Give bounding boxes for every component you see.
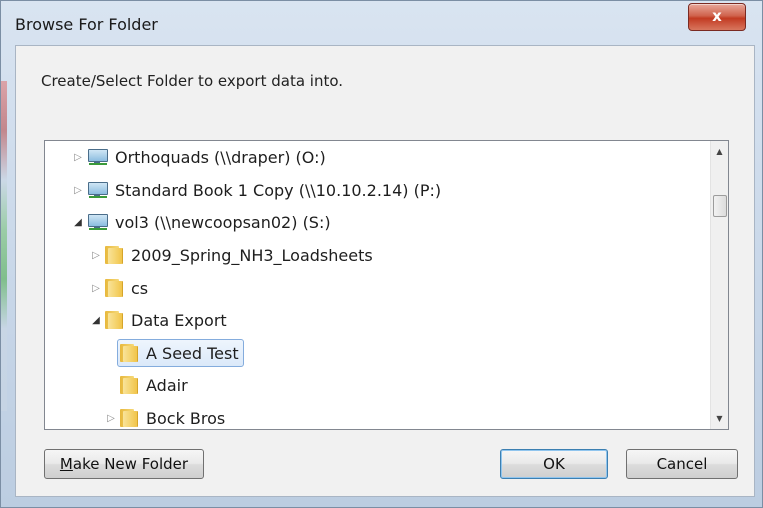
tree-item-adair[interactable]: Adair (118, 372, 188, 398)
background-window-edge (1, 81, 7, 411)
mnemonic-letter: M (59, 455, 73, 473)
expand-arrow-icon[interactable]: ▷ (89, 283, 103, 294)
network-drive-icon (87, 148, 109, 166)
scroll-down-icon[interactable]: ▼ (711, 410, 728, 427)
tree-item-label: A Seed Test (146, 343, 239, 363)
instruction-text: Create/Select Folder to export data into… (41, 72, 344, 90)
tree-item-label: cs (131, 278, 149, 298)
title-bar[interactable]: Browse For Folder x (1, 1, 762, 45)
folder-icon (120, 344, 140, 362)
folder-icon (105, 246, 125, 264)
ok-button[interactable]: OK (500, 449, 608, 479)
network-drive-icon (87, 213, 109, 231)
scrollbar-thumb[interactable] (713, 195, 727, 217)
tree-item-label: vol3 (\\newcoopsan02) (S:) (115, 212, 331, 232)
expand-arrow-icon[interactable]: ▷ (71, 152, 85, 163)
folder-icon (120, 376, 140, 394)
expand-arrow-icon[interactable]: ▷ (89, 250, 103, 261)
tree-item-data-export[interactable]: ◢ Data Export (89, 307, 227, 333)
expand-arrow-icon[interactable]: ▷ (104, 413, 118, 424)
folder-icon (105, 279, 125, 297)
collapse-arrow-icon[interactable]: ◢ (71, 217, 85, 228)
tree-item-cs[interactable]: ▷ cs (89, 275, 148, 301)
vertical-scrollbar[interactable]: ▲ ▼ (710, 141, 728, 429)
tree-item-a-seed-test[interactable]: A Seed Test (117, 339, 244, 367)
tree-item-orthoquads[interactable]: ▷ Orthoquads (\\draper) (O:) (71, 144, 326, 170)
network-drive-icon (87, 181, 109, 199)
folder-icon (105, 311, 125, 329)
tree-item-label: Data Export (131, 310, 227, 330)
folder-tree[interactable]: ▷ Orthoquads (\\draper) (O:) ▷ Standard … (44, 140, 729, 430)
button-label: ake New Folder (72, 455, 189, 473)
close-button[interactable]: x (688, 3, 746, 31)
collapse-arrow-icon[interactable]: ◢ (89, 315, 103, 326)
tree-item-2009-spring[interactable]: ▷ 2009_Spring_NH3_Loadsheets (89, 242, 373, 268)
dialog-client-area: Create/Select Folder to export data into… (15, 45, 755, 497)
tree-item-label: Orthoquads (\\draper) (O:) (115, 147, 326, 167)
tree-item-vol3[interactable]: ◢ vol3 (\\newcoopsan02) (S:) (71, 209, 331, 235)
cancel-button[interactable]: Cancel (626, 449, 738, 479)
folder-icon (120, 409, 140, 427)
browse-for-folder-dialog: Browse For Folder x Create/Select Folder… (0, 0, 763, 508)
tree-item-label: Adair (146, 375, 188, 395)
expand-arrow-icon[interactable]: ▷ (71, 185, 85, 196)
tree-item-standard-book[interactable]: ▷ Standard Book 1 Copy (\\10.10.2.14) (P… (71, 177, 441, 203)
make-new-folder-button[interactable]: Make New Folder (44, 449, 204, 479)
tree-item-label: Bock Bros (146, 408, 226, 428)
window-title: Browse For Folder (15, 15, 158, 34)
scroll-up-icon[interactable]: ▲ (711, 143, 728, 160)
tree-item-label: Standard Book 1 Copy (\\10.10.2.14) (P:) (115, 180, 442, 200)
tree-item-label: 2009_Spring_NH3_Loadsheets (131, 245, 373, 265)
tree-item-bock-bros[interactable]: ▷ Bock Bros (104, 405, 226, 429)
